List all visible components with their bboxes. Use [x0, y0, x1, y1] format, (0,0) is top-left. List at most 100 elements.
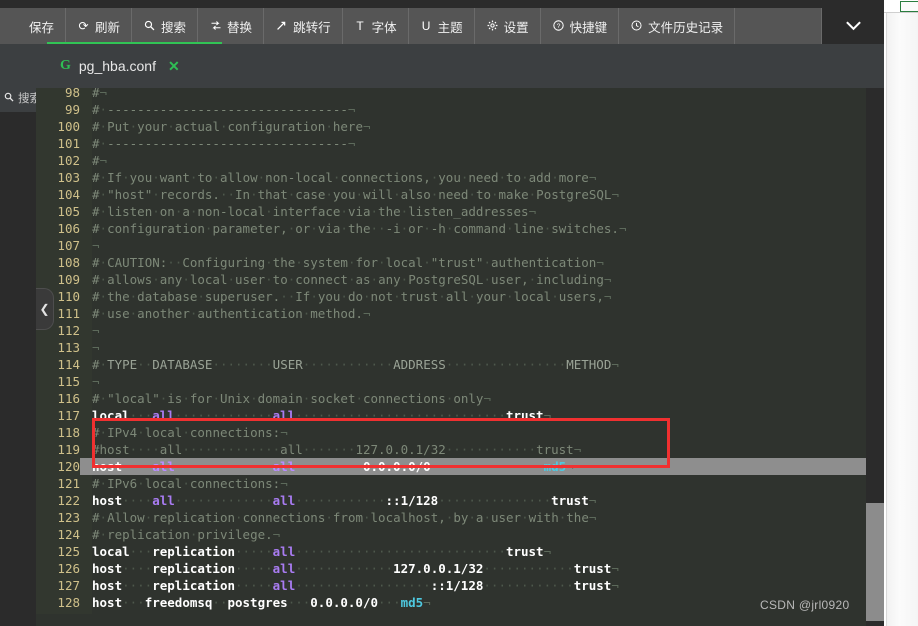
tab-pg-hba-conf[interactable]: G pg_hba.conf ✕	[47, 44, 193, 88]
replace-icon	[209, 20, 222, 33]
code-line[interactable]: 98#¬	[36, 88, 884, 101]
code-line[interactable]: 112¬	[36, 322, 884, 339]
line-text: #·Put·your·actual·configuration·here¬	[92, 119, 371, 134]
line-number: 103	[36, 169, 80, 186]
line-text: #·IPv4·local·connections:¬	[92, 425, 288, 440]
toolbar-button-save[interactable]: 保存	[0, 8, 66, 44]
line-number: 116	[36, 390, 80, 407]
code-line[interactable]: 106#·configuration·parameter,·or·via·the…	[36, 220, 884, 237]
code-line[interactable]: 116#·"local"·is·for·Unix·domain·socket·c…	[36, 390, 884, 407]
code-line[interactable]: 120host····all·············all·········0…	[36, 458, 884, 475]
toolbar: 保存 ⟳ 刷新 搜索 替换 跳转行	[0, 8, 884, 44]
toolbar-button-shortcuts[interactable]: ? 快捷键	[541, 8, 620, 44]
line-text: ¬	[92, 374, 100, 389]
line-text: #·"host"·records.··In·that·case·you·will…	[92, 187, 619, 202]
code-line[interactable]: 125local···replication·····all··········…	[36, 543, 884, 560]
line-number: 105	[36, 203, 80, 220]
toolbar-button-theme[interactable]: U 主题	[409, 8, 475, 44]
line-number: 128	[36, 594, 80, 611]
line-text: local···all·············all·············…	[92, 408, 551, 423]
g-file-icon: G	[60, 58, 71, 74]
toolbar-label-save: 保存	[29, 17, 54, 36]
code-line[interactable]: 103#·If·you·want·to·allow·non-local·conn…	[36, 169, 884, 186]
code-line[interactable]: 119 #host····all·············all·······12…	[36, 441, 884, 458]
code-line[interactable]: 111#·use·another·authentication·method.¬	[36, 305, 884, 322]
sidebar-collapse-handle[interactable]: ❮	[36, 288, 54, 330]
code-line[interactable]: 118 #·IPv4·local·connections:¬	[36, 424, 884, 441]
line-number: 118	[36, 424, 80, 441]
line-text: ¬	[92, 238, 100, 253]
background-active-cell	[900, 1, 918, 12]
search-icon	[4, 92, 14, 105]
code-line[interactable]: 101 #·--------------------------------¬	[36, 135, 884, 152]
line-number: 101	[36, 135, 80, 152]
code-content[interactable]: 98#¬99#·--------------------------------…	[36, 88, 884, 614]
toolbar-label-shortcuts: 快捷键	[570, 17, 608, 36]
line-text: ¬	[92, 323, 100, 338]
line-text: #·--------------------------------¬	[92, 136, 355, 151]
toolbar-button-goto-line[interactable]: 跳转行	[264, 8, 343, 44]
line-text: #·Allow·replication·connections·from·loc…	[92, 510, 596, 525]
code-line[interactable]: 105 #·listen·on·a·non-local·interface·via…	[36, 203, 884, 220]
line-number: 100	[36, 118, 80, 135]
screenshot-root: 保存 ⟳ 刷新 搜索 替换 跳转行	[0, 0, 918, 626]
code-line[interactable]: 126host····replication·····all··········…	[36, 560, 884, 577]
code-line[interactable]: 113¬	[36, 339, 884, 356]
line-text: #host····all·············all·······127.0…	[92, 442, 581, 457]
svg-text:?: ?	[556, 22, 560, 29]
line-text: host····replication·····all·············…	[92, 578, 619, 593]
code-line[interactable]: 121#·IPv6·local·connections:¬	[36, 475, 884, 492]
tab-label: pg_hba.conf	[79, 58, 156, 74]
toolbar-label-settings: 设置	[504, 17, 529, 36]
code-line[interactable]: 108 #·CAUTION:··Configuring·the·system·fo…	[36, 254, 884, 271]
line-number: 125	[36, 543, 80, 560]
toolbar-expand-button[interactable]	[822, 8, 884, 44]
toolbar-button-search[interactable]: 搜索	[132, 8, 198, 44]
line-text: #·CAUTION:··Configuring·the·system·for·l…	[92, 255, 604, 270]
code-line[interactable]: 99#·--------------------------------¬	[36, 101, 884, 118]
line-number: 120	[36, 458, 80, 475]
goto-line-icon	[275, 20, 288, 33]
code-line[interactable]: 115¬	[36, 373, 884, 390]
code-line[interactable]: 104 #·"host"·records.··In·that·case·you·w…	[36, 186, 884, 203]
line-number: 122	[36, 492, 80, 509]
toolbar-button-settings[interactable]: 设置	[475, 8, 541, 44]
toolbar-button-font[interactable]: T 字体	[343, 8, 409, 44]
code-line[interactable]: 114#·TYPE··DATABASE········USER·········…	[36, 356, 884, 373]
code-line[interactable]: 102#¬	[36, 152, 884, 169]
line-number: 104	[36, 186, 80, 203]
code-line[interactable]: 127host····replication·····all··········…	[36, 577, 884, 594]
search-icon	[143, 20, 156, 33]
code-line[interactable]: 110#·the·database·superuser.··If·you·do·…	[36, 288, 884, 305]
line-number: 119	[36, 441, 80, 458]
history-clock-icon	[630, 20, 643, 33]
line-number: 108	[36, 254, 80, 271]
vertical-scrollbar-thumb[interactable]	[866, 503, 884, 621]
line-number: 106	[36, 220, 80, 237]
toolbar-button-file-history[interactable]: 文件历史记录	[619, 8, 735, 44]
code-line[interactable]: 117 local···all·············all··········…	[36, 407, 884, 424]
code-line[interactable]: 123#·Allow·replication·connections·from·…	[36, 509, 884, 526]
code-line[interactable]: 109#·allows·any·local·user·to·connect·as…	[36, 271, 884, 288]
toolbar-button-replace[interactable]: 替换	[198, 8, 264, 44]
code-editor[interactable]: 98#¬99#·--------------------------------…	[36, 88, 884, 614]
line-number: 117	[36, 407, 80, 424]
line-text: #·listen·on·a·non-local·interface·via·th…	[92, 204, 536, 219]
code-line[interactable]: 128host···freedomsq··postgres···0.0.0.0/…	[36, 594, 884, 611]
code-line[interactable]: 124#·replication·privilege.¬	[36, 526, 884, 543]
watermark: CSDN @jrl0920	[760, 598, 849, 612]
settings-gear-icon	[486, 20, 499, 33]
font-icon: T	[354, 20, 367, 32]
close-icon[interactable]: ✕	[168, 58, 180, 75]
line-text: #·use·another·authentication·method.¬	[92, 306, 371, 321]
line-text: #·--------------------------------¬	[92, 102, 355, 117]
line-text: #·the·database·superuser.··If·you·do·not…	[92, 289, 611, 304]
toolbar-button-refresh[interactable]: ⟳ 刷新	[66, 8, 132, 44]
code-line[interactable]: 122host····all·············all··········…	[36, 492, 884, 509]
horizontal-scrollbar-track[interactable]	[36, 614, 866, 626]
line-number: 126	[36, 560, 80, 577]
shortcut-help-icon: ?	[552, 20, 565, 33]
code-line[interactable]: 107¬	[36, 237, 884, 254]
code-line[interactable]: 100 #·Put·your·actual·configuration·here¬	[36, 118, 884, 135]
background-spreadsheet	[886, 10, 918, 626]
